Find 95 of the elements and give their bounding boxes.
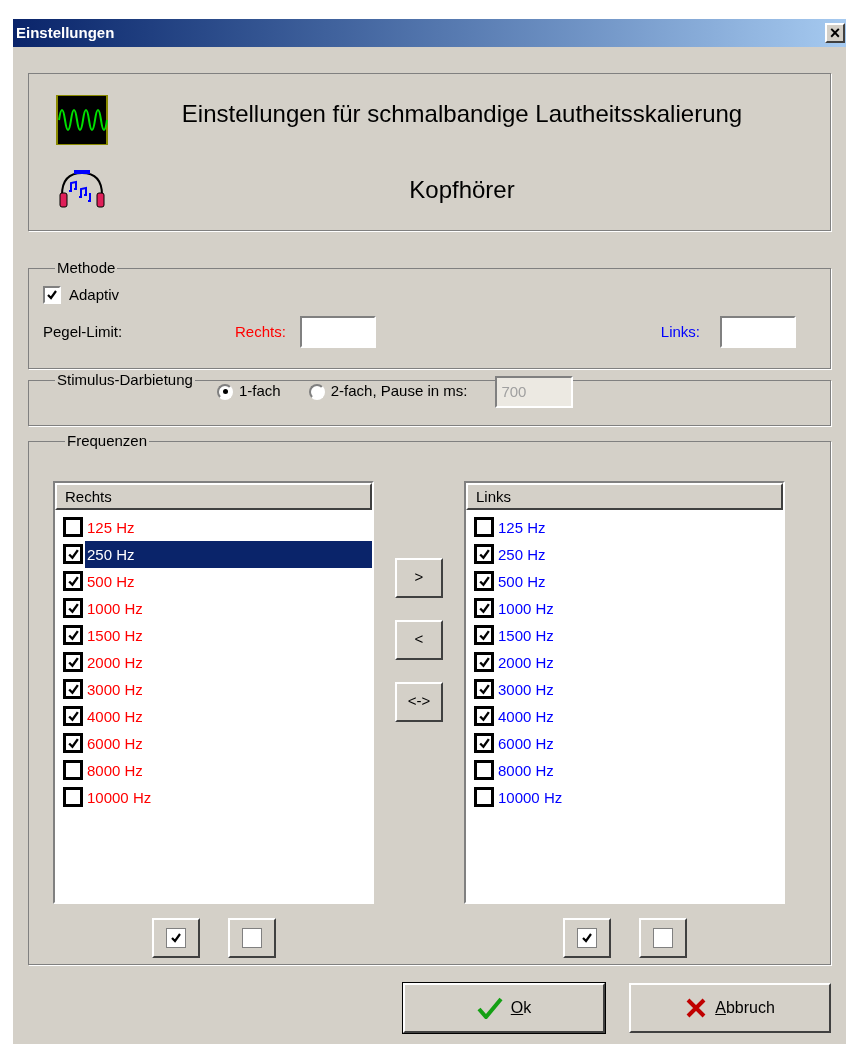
cancel-button[interactable]: Abbruch	[629, 983, 831, 1033]
list-item[interactable]: 6000 Hz	[85, 729, 372, 757]
checkmark-icon	[66, 628, 80, 642]
checkmark-icon	[66, 655, 80, 669]
checkmark-icon	[477, 574, 491, 588]
list-item[interactable]: 4000 Hz	[85, 702, 372, 730]
group-legend: Stimulus-Darbietung	[55, 369, 195, 392]
group-legend: Frequenzen	[65, 430, 150, 453]
limit-label: Pegel-Limit:	[43, 321, 124, 342]
list-item[interactable]: 1500 Hz	[496, 621, 783, 649]
checkmark-icon	[477, 601, 491, 615]
cross-icon	[685, 997, 708, 1019]
list-item[interactable]: 2000 Hz	[85, 648, 372, 676]
list-checkbox[interactable]	[474, 517, 494, 537]
uncheck-all-button[interactable]	[639, 917, 687, 958]
empty-box-icon	[242, 927, 262, 948]
move-button[interactable]: <->	[395, 681, 443, 722]
list-checkbox[interactable]	[63, 625, 83, 645]
list-checkbox[interactable]	[63, 652, 83, 672]
list-checkbox[interactable]	[474, 625, 494, 645]
list-checkbox[interactable]	[474, 679, 494, 699]
uncheck-all-button[interactable]	[228, 917, 276, 958]
list-item[interactable]: 3000 Hz	[85, 675, 372, 703]
list-checkbox[interactable]	[63, 517, 83, 537]
checkmark-icon	[476, 997, 503, 1019]
checkmark-icon	[477, 655, 491, 669]
checkbox-label: Adaptiv	[69, 284, 120, 305]
checkmark-icon	[66, 574, 80, 588]
checkmark-icon	[66, 547, 80, 561]
column-header[interactable]: Links	[466, 482, 783, 510]
list-item[interactable]: 3000 Hz	[496, 675, 783, 703]
list-item[interactable]: 125 Hz	[85, 513, 372, 541]
list-checkbox[interactable]	[63, 544, 83, 564]
list-item[interactable]: 500 Hz	[85, 567, 372, 595]
list-item[interactable]: 6000 Hz	[496, 729, 783, 757]
checkmark-icon	[66, 601, 80, 615]
checkmark-icon	[477, 736, 491, 750]
list-checkbox[interactable]	[63, 598, 83, 618]
radio-label: 1-fach	[239, 381, 281, 402]
list-item[interactable]: 8000 Hz	[85, 756, 372, 784]
list-checkbox[interactable]	[63, 787, 83, 807]
list-checkbox[interactable]	[474, 733, 494, 753]
list-item[interactable]: 500 Hz	[496, 567, 783, 595]
field-label: Links:	[660, 321, 700, 342]
checkmark-icon	[477, 682, 491, 696]
list-checkbox[interactable]	[474, 598, 494, 618]
check-all-button[interactable]	[152, 917, 200, 958]
move-button[interactable]: >	[395, 557, 443, 598]
list-item[interactable]: 4000 Hz	[496, 702, 783, 730]
list-checkbox[interactable]	[63, 733, 83, 753]
checkmark-icon	[66, 709, 80, 723]
header-subtitle: Kopfhörer	[409, 175, 515, 205]
list-item[interactable]: 1000 Hz	[496, 594, 783, 622]
checkmark-icon	[66, 682, 80, 696]
radio-button[interactable]	[308, 383, 325, 400]
list-item[interactable]: 125 Hz	[496, 513, 783, 541]
list-checkbox[interactable]	[63, 571, 83, 591]
field-label: Rechts:	[235, 321, 286, 342]
checkmark-icon	[46, 288, 58, 301]
close-button[interactable]: ×	[825, 23, 845, 43]
input-field[interactable]	[299, 316, 376, 348]
column-header[interactable]: Rechts	[55, 482, 372, 510]
checkmark-icon	[477, 709, 491, 723]
list-checkbox[interactable]	[474, 544, 494, 564]
list-item[interactable]: 8000 Hz	[496, 756, 783, 784]
list-item[interactable]: 2000 Hz	[496, 648, 783, 676]
adaptive-checkbox[interactable]	[43, 285, 61, 304]
radio-button[interactable]	[217, 383, 233, 400]
input-field[interactable]	[720, 316, 796, 348]
list-checkbox[interactable]	[63, 760, 83, 780]
window-title: Einstellungen	[15, 22, 115, 43]
checkmark-icon	[66, 736, 80, 750]
move-button[interactable]: <	[395, 619, 443, 660]
list-checkbox[interactable]	[474, 706, 494, 726]
checkmark-icon	[477, 628, 491, 642]
check-all-button[interactable]	[563, 917, 611, 958]
list-checkbox[interactable]	[474, 760, 494, 780]
list-item[interactable]: 10000 Hz	[496, 783, 783, 811]
list-checkbox[interactable]	[474, 571, 494, 591]
header-title: Einstellungen für schmalbandige Lautheitsskalierung	[181, 99, 743, 129]
checkmark-icon	[477, 547, 491, 561]
ok-button[interactable]: Ok	[403, 983, 605, 1033]
waveform-icon	[55, 95, 108, 145]
radio-label: 2-fach, Pause in ms:	[330, 381, 468, 402]
list-item[interactable]: 1000 Hz	[85, 594, 372, 622]
list-item[interactable]: 10000 Hz	[85, 783, 372, 811]
list-item[interactable]: 250 Hz	[496, 540, 783, 568]
list-checkbox[interactable]	[474, 787, 494, 807]
list-checkbox[interactable]	[474, 652, 494, 672]
list-item[interactable]: 1500 Hz	[85, 621, 372, 649]
list-checkbox[interactable]	[63, 706, 83, 726]
group-legend: Methode	[55, 257, 118, 280]
list-checkbox[interactable]	[63, 679, 83, 699]
list-item[interactable]: 250 Hz	[85, 540, 372, 568]
empty-box-icon	[653, 927, 673, 948]
